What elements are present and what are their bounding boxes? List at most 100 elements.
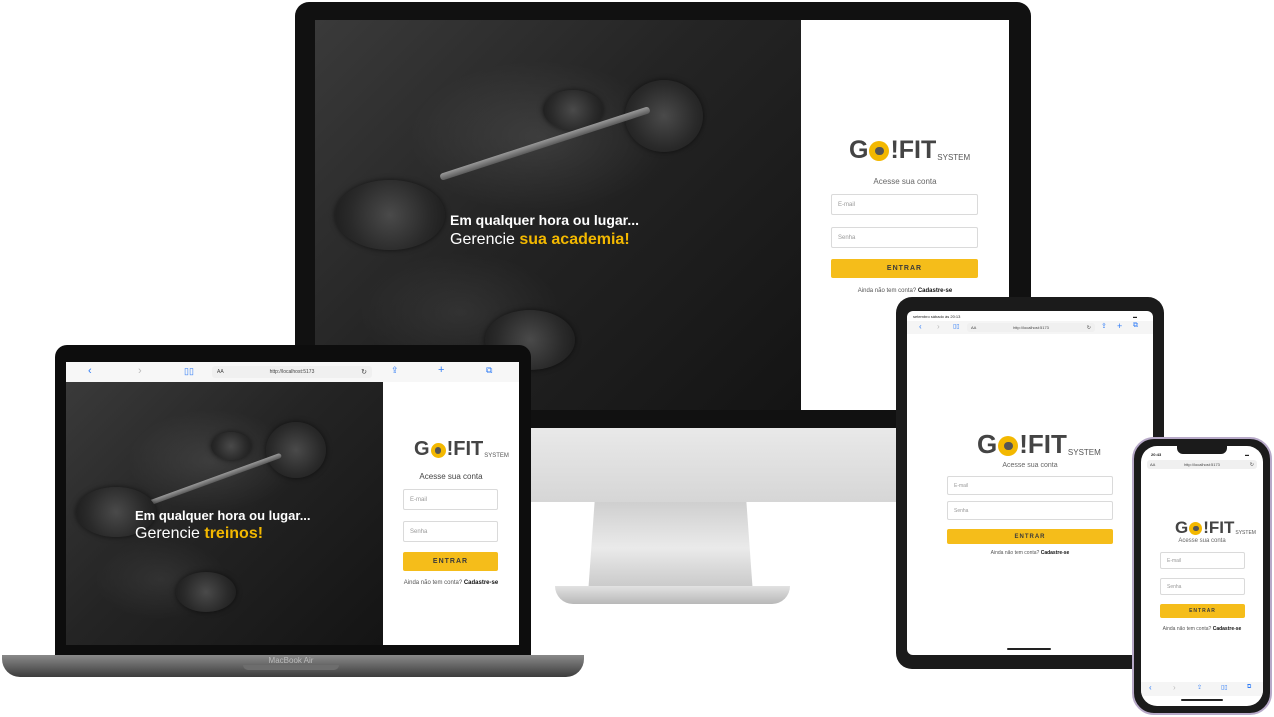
gofit-logo: G !FIT SYSTEM <box>849 136 970 165</box>
battery-icon: ▬ <box>1245 452 1249 457</box>
share-icon[interactable]: ⇪ <box>1101 322 1107 330</box>
iphone-status-time: 20:43 <box>1151 452 1162 457</box>
ipad-status-time: setembro sábado às 20:13 <box>913 314 961 319</box>
tagline-highlight: sua academia! <box>519 231 630 248</box>
password-field[interactable]: Senha <box>831 227 978 248</box>
macbook-hero-image: Em qualquer hora ou lugar... Gerencie tr… <box>66 382 383 645</box>
gofit-logo: G !FIT SYSTEM <box>977 429 1101 460</box>
ipad-browser-toolbar: ‹ › ▯▯ AA http://localhost:5173 ↻ ⇪ + ⧉ <box>907 321 1153 334</box>
book-icon[interactable]: ▯▯ <box>184 366 194 377</box>
login-button[interactable]: ENTRAR <box>831 259 978 278</box>
chevron-right-icon[interactable]: › <box>1173 683 1176 692</box>
password-field[interactable]: Senha <box>1160 578 1245 595</box>
signup-prompt: Ainda não tem conta? Cadastre-se <box>383 580 519 586</box>
tagline-line-1: Em qualquer hora ou lugar... <box>450 212 640 228</box>
reader-aa[interactable]: AA <box>1150 462 1155 467</box>
address-text: http://localhost:5173 <box>1184 462 1220 467</box>
chevron-left-icon[interactable]: ‹ <box>88 365 92 377</box>
macbook-hinge <box>243 665 339 670</box>
reader-aa[interactable]: AA <box>971 325 976 330</box>
logo-system: SYSTEM <box>1067 448 1101 457</box>
login-subtitle: Acesse sua conta <box>1178 538 1226 544</box>
plus-icon[interactable]: + <box>1117 321 1122 331</box>
signup-prompt: Ainda não tem conta? Cadastre-se <box>801 288 1009 294</box>
email-field[interactable]: E-mail <box>403 489 498 510</box>
gofit-logo: G !FIT SYSTEM <box>414 438 509 461</box>
home-indicator <box>1181 699 1223 701</box>
logo-letter: G <box>977 429 998 459</box>
macbook-login-panel: G !FIT SYSTEM Acesse sua conta E-mail Se… <box>383 382 519 645</box>
tabs-icon[interactable]: ⧉ <box>1247 684 1251 691</box>
tagline-prefix: Gerencie <box>450 231 515 248</box>
password-field[interactable]: Senha <box>947 501 1113 520</box>
signup-link[interactable]: Cadastre-se <box>1041 550 1070 556</box>
tagline-highlight: treinos! <box>204 525 264 542</box>
ipad-screen: setembro sábado às 20:13 ▬ ‹ › ▯▯ AA htt… <box>907 311 1153 655</box>
imac-stand <box>588 502 753 594</box>
battery-icon: ▬ <box>1133 314 1137 319</box>
signup-prompt: Ainda não tem conta? Cadastre-se <box>907 550 1153 556</box>
reader-aa[interactable]: AA <box>217 369 224 375</box>
signup-prefix: Ainda não tem conta? <box>857 288 917 294</box>
macbook-label: MacBook Air <box>268 656 314 665</box>
plus-icon[interactable]: + <box>438 364 444 376</box>
logo-letter: G <box>414 438 430 460</box>
chevron-left-icon[interactable]: ‹ <box>919 322 922 331</box>
chevron-left-icon[interactable]: ‹ <box>1149 683 1152 692</box>
refresh-icon[interactable]: ↻ <box>1250 462 1254 468</box>
hero-tagline: Em qualquer hora ou lugar... Gerencie tr… <box>135 508 311 543</box>
chevron-right-icon[interactable]: › <box>937 322 940 331</box>
weight-plate <box>211 432 251 460</box>
login-subtitle: Acesse sua conta <box>873 177 937 186</box>
logo-letter: G <box>1175 518 1189 537</box>
weight-plate <box>266 422 326 478</box>
tabs-icon[interactable]: ⧉ <box>486 365 492 376</box>
tabs-icon[interactable]: ⧉ <box>1133 322 1138 330</box>
book-icon[interactable]: ▯▯ <box>953 323 960 330</box>
gofit-logo: G !FIT SYSTEM <box>1175 518 1256 538</box>
signup-link[interactable]: Cadastre-se <box>918 288 952 294</box>
tagline-line-2: Gerencie treinos! <box>135 525 311 543</box>
login-button[interactable]: ENTRAR <box>1160 604 1245 618</box>
login-button[interactable]: ENTRAR <box>403 552 498 571</box>
iphone-notch <box>1177 446 1227 454</box>
email-field[interactable]: E-mail <box>831 194 978 215</box>
tagline-line-2: Gerencie sua academia! <box>450 231 639 249</box>
email-field[interactable]: E-mail <box>1160 552 1245 569</box>
refresh-icon[interactable]: ↻ <box>1087 325 1091 331</box>
share-icon[interactable]: ⇪ <box>1197 684 1202 691</box>
chevron-right-icon[interactable]: › <box>138 365 142 377</box>
logo-text: !FIT <box>446 438 484 460</box>
login-subtitle: Acesse sua conta <box>1002 462 1058 469</box>
logo-ring-icon <box>869 141 890 161</box>
signup-prefix: Ainda não tem conta? <box>403 580 463 586</box>
signup-link[interactable]: Cadastre-se <box>464 580 498 586</box>
address-text: http://localhost:5173 <box>269 369 315 375</box>
iphone-browser-toolbar: ‹ › ⇪ ▯▯ ⧉ <box>1141 682 1263 696</box>
device-mockup-stage: Em qualquer hora ou lugar... Gerencie su… <box>0 0 1274 717</box>
logo-text: !FIT <box>890 136 937 164</box>
hero-tagline: Em qualquer hora ou lugar... Gerencie su… <box>450 212 639 249</box>
signup-prompt: Ainda não tem conta? Cadastre-se <box>1141 626 1263 632</box>
tagline-prefix: Gerencie <box>135 525 200 542</box>
logo-ring-icon <box>430 443 446 458</box>
refresh-icon[interactable]: ↻ <box>361 368 367 376</box>
login-button[interactable]: ENTRAR <box>947 529 1113 544</box>
weight-plate <box>335 180 445 250</box>
address-bar[interactable]: AA http://localhost:5173 ↻ <box>1147 460 1257 469</box>
share-icon[interactable]: ⇪ <box>391 365 399 376</box>
address-bar[interactable]: AA http://localhost:5173 ↻ <box>967 323 1095 332</box>
logo-text: !FIT <box>1203 518 1235 537</box>
tagline-line-1: Em qualquer hora ou lugar... <box>135 508 311 523</box>
logo-system: SYSTEM <box>937 153 971 162</box>
address-bar[interactable]: AA http://localhost:5173 ↻ <box>212 366 372 378</box>
logo-letter: G <box>849 136 869 164</box>
signup-link[interactable]: Cadastre-se <box>1213 626 1242 632</box>
signup-prefix: Ainda não tem conta? <box>990 550 1040 556</box>
macbook-browser-toolbar: ‹ › ▯▯ AA http://localhost:5173 ↻ ⇪ + ⧉ <box>66 362 519 382</box>
email-field[interactable]: E-mail <box>947 476 1113 495</box>
logo-text: !FIT <box>1019 429 1067 459</box>
book-icon[interactable]: ▯▯ <box>1221 684 1228 691</box>
signup-prefix: Ainda não tem conta? <box>1162 626 1212 632</box>
password-field[interactable]: Senha <box>403 521 498 542</box>
